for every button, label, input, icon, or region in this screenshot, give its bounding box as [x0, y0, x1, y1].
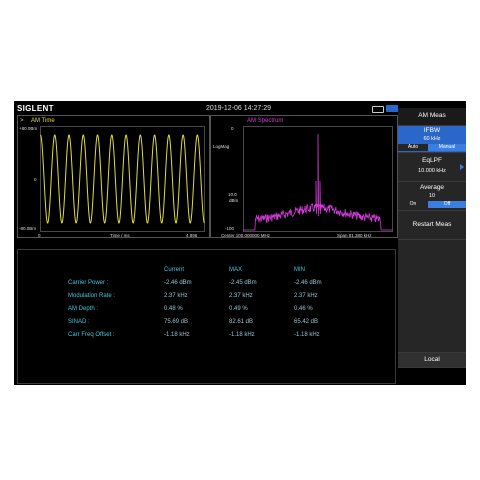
softkey-blank-area: [398, 240, 466, 353]
header-min: MIN: [294, 267, 305, 273]
carr-freq-offset-current: -1.18 kHz: [164, 332, 190, 338]
row-label-carrier-power: Carrier Power :: [68, 280, 109, 286]
carr-freq-offset-min: -1.18 kHz: [294, 332, 320, 338]
carrier-power-min: -2.46 dBm: [294, 280, 322, 286]
average-title: Average: [419, 184, 445, 191]
modulation-rate-max: 2.37 kHz: [229, 293, 253, 299]
spectrum-trace-line: [243, 133, 393, 231]
time-y-bottom-label: -80.0Bm: [19, 226, 37, 231]
time-plot: [40, 126, 205, 232]
am-depth-current: 0.48 %: [164, 306, 183, 312]
modulation-rate-min: 2.37 kHz: [294, 293, 318, 299]
usb-icon: [372, 106, 384, 113]
time-trace-panel[interactable]: > AM Time +80.0Bm 0 -80.0Bm 0 Time / ms …: [17, 115, 210, 238]
trace-active-marker: >: [20, 118, 24, 124]
spectrum-center-label: Center 100.000000 MHz: [221, 233, 271, 238]
sinad-max: 82.61 dB: [229, 319, 254, 325]
restart-meas-button[interactable]: Restart Meas: [398, 211, 466, 240]
restart-meas-label: Restart Meas: [412, 221, 452, 228]
spectrum-trace-panel[interactable]: AM Spectrum LogMag 0 10.0 dBm -100 Cente…: [210, 115, 398, 238]
time-x-axis-label: Time / ms: [110, 233, 130, 238]
ifbw-softkey[interactable]: IFBW 60 kHz Auto Manual: [398, 126, 466, 153]
carrier-power-current: -2.46 dBm: [164, 280, 192, 286]
spectrum-trace-title: AM Spectrum: [247, 118, 284, 124]
eqlpf-value: 10.000 kHz: [418, 168, 446, 174]
row-label-sinad: SINAD :: [68, 319, 90, 325]
modulation-rate-current: 2.37 kHz: [164, 293, 188, 299]
spectrum-y-mid-unit: dBm: [229, 198, 239, 203]
carrier-power-max: -2.45 dBm: [229, 280, 257, 286]
spectrum-plot: [243, 126, 393, 232]
sinad-current: 75.69 dB: [164, 319, 189, 325]
menu-title: AM Meas: [398, 108, 466, 126]
spectrum-y-bottom-label: -100: [225, 226, 235, 231]
datetime-readout: 2019-12-06 14:27:29: [206, 105, 271, 112]
spectrum-scale-label: LogMag: [213, 144, 230, 149]
row-label-modulation-rate: Modulation Rate :: [68, 293, 116, 299]
eqlpf-title: EqLPF: [422, 157, 442, 164]
time-trace-line: [40, 134, 205, 224]
average-softkey[interactable]: Average 10 On Off: [398, 182, 466, 211]
header-max: MAX: [229, 267, 243, 273]
spectrum-y-top-label: 0: [231, 126, 234, 131]
ifbw-manual-option[interactable]: Manual: [428, 144, 466, 151]
am-depth-min: 0.46 %: [294, 306, 313, 312]
time-trace-title: AM Time: [31, 118, 55, 124]
measurement-table: Current MAX MIN Carrier Power : -2.46 dB…: [17, 249, 396, 384]
time-y-mid-label: 0: [34, 177, 37, 182]
row-label-am-depth: AM Depth :: [68, 306, 99, 312]
average-on-option[interactable]: On: [398, 201, 428, 208]
sinad-min: 65.42 dB: [294, 319, 319, 325]
analyzer-screen: SIGLENT 2019-12-06 14:27:29 > AM Time +8…: [14, 101, 466, 385]
brand-logo: SIGLENT: [17, 104, 54, 113]
average-off-option[interactable]: Off: [428, 201, 466, 208]
softkey-menu: AM Meas IFBW 60 kHz Auto Manual EqLPF 10…: [398, 101, 466, 385]
spectrum-span-label: Span 81.380 kHz: [337, 233, 372, 238]
row-label-carr-freq-offset: Carr Freq Offset :: [68, 332, 115, 338]
carr-freq-offset-max: -1.18 kHz: [229, 332, 255, 338]
menu-title-label: AM Meas: [418, 112, 446, 119]
time-x-end-label: 4.896: [186, 233, 198, 238]
local-label: Local: [424, 356, 440, 363]
spectrum-y-mid-label: 10.0: [228, 192, 237, 197]
ifbw-value: 60 kHz: [423, 136, 441, 142]
am-depth-max: 0.49 %: [229, 306, 248, 312]
ifbw-auto-option[interactable]: Auto: [398, 144, 428, 151]
local-button[interactable]: Local: [398, 353, 466, 368]
submenu-arrow-icon: [460, 164, 464, 170]
ifbw-title: IFBW: [423, 127, 441, 134]
time-y-top-label: +80.0Bm: [19, 126, 38, 131]
eqlpf-softkey[interactable]: EqLPF 10.000 kHz: [398, 153, 466, 182]
average-value: 10: [428, 193, 436, 199]
time-x-start-label: 0: [38, 233, 41, 238]
header-current: Current: [164, 267, 185, 273]
